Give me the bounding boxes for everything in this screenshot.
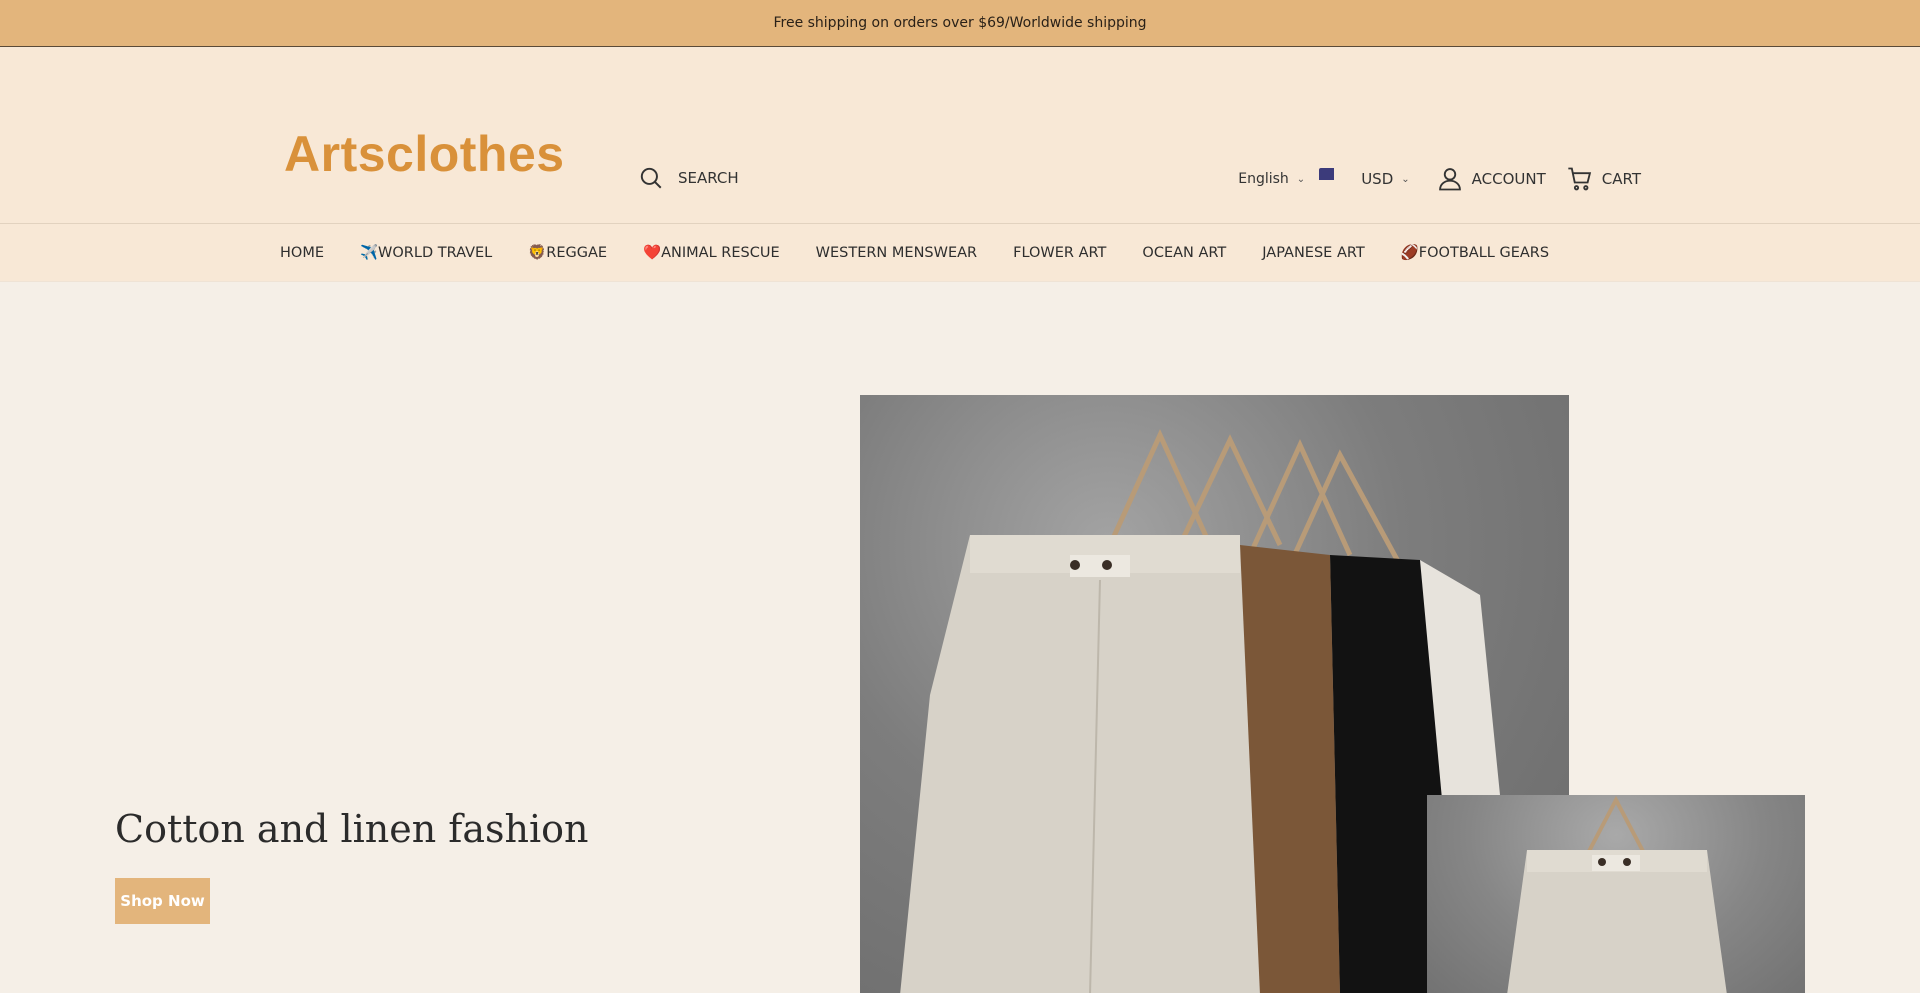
nav-item-ocean-art[interactable]: OCEAN ART [1142,245,1226,261]
chevron-down-icon: ⌄ [1401,173,1410,185]
nav-item-japanese-art[interactable]: JAPANESE ART [1262,245,1364,261]
currency-label: USD [1361,170,1394,188]
main-navigation: HOME ✈️WORLD TRAVEL 🦁REGGAE ❤️ANIMAL RES… [0,224,1920,282]
site-header: Artsclothes SEARCH English ⌄ USD ⌄ ACCOU… [0,47,1920,224]
hero-secondary-image[interactable] [1427,795,1805,993]
us-flag-icon [1319,168,1353,190]
nav-item-flower-art[interactable]: FLOWER ART [1013,245,1106,261]
logo[interactable]: Artsclothes [284,109,584,199]
nav-item-western-menswear[interactable]: WESTERN MENSWEAR [816,245,977,261]
chevron-down-icon: ⌄ [1296,173,1306,185]
announcement-text: Free shipping on orders over $69/Worldwi… [773,15,1147,31]
header-utilities: English ⌄ USD ⌄ ACCOUNT CART [1238,165,1641,193]
announcement-bar: Free shipping on orders over $69/Worldwi… [0,0,1920,47]
nav-item-home[interactable]: HOME [280,245,324,261]
account-label: ACCOUNT [1471,170,1546,188]
hero-title: Cotton and linen fashion [115,807,589,851]
logo-text: Artsclothes [284,126,565,182]
user-icon [1438,168,1461,191]
language-label: English [1238,171,1289,187]
nav-item-animal-rescue[interactable]: ❤️ANIMAL RESCUE [643,244,780,261]
search-icon [640,167,662,189]
shop-now-button[interactable]: Shop Now [115,878,210,924]
currency-selector[interactable]: USD ⌄ [1319,168,1410,190]
cart-label: CART [1601,170,1641,188]
nav-item-world-travel[interactable]: ✈️WORLD TRAVEL [360,244,492,261]
search-trigger[interactable]: SEARCH [638,165,739,191]
search-label: SEARCH [678,169,739,187]
account-link[interactable]: ACCOUNT [1436,165,1546,193]
language-selector[interactable]: English ⌄ [1238,171,1305,187]
nav-item-reggae[interactable]: 🦁REGGAE [528,244,607,261]
linen-pants-closeup-illustration [1507,795,1727,993]
nav-item-football-gears[interactable]: 🏈FOOTBALL GEARS [1401,244,1549,261]
hero-banner: Cotton and linen fashion Shop Now [0,282,1920,993]
cart-link[interactable]: CART [1566,165,1641,193]
cart-icon [1568,167,1591,191]
